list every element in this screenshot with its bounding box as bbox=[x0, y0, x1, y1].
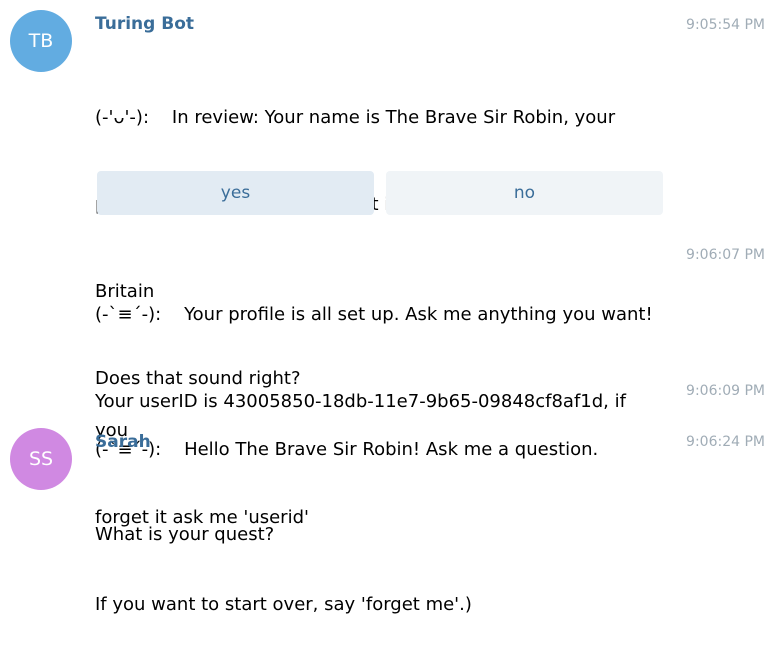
message-timestamp: 9:06:09 PM bbox=[686, 383, 765, 399]
message-line: What is your quest? bbox=[95, 524, 275, 545]
message-line: (-'ᴗ'-): In review: Your name is The Bra… bbox=[95, 107, 616, 128]
message-timestamp: 9:05:54 PM bbox=[686, 17, 765, 33]
sender-name-sarah[interactable]: Sarah bbox=[95, 432, 151, 452]
keyboard-button-no[interactable]: no bbox=[386, 171, 663, 215]
avatar-sarah[interactable]: SS bbox=[10, 428, 72, 490]
message-timestamp: 9:06:07 PM bbox=[686, 247, 765, 263]
avatar-turing-bot[interactable]: TB bbox=[10, 10, 72, 72]
keyboard-button-yes[interactable]: yes bbox=[97, 171, 374, 215]
message-timestamp: 9:06:24 PM bbox=[686, 434, 765, 450]
message-line: (-`≡´-): Hello The Brave Sir Robin! Ask … bbox=[95, 439, 599, 460]
message-text-quest: What is your quest? bbox=[95, 462, 660, 578]
message-line: (-`≡´-): Your profile is all set up. Ask… bbox=[95, 304, 653, 325]
message-line: If you want to start over, say 'forget m… bbox=[95, 594, 472, 615]
sender-name-turing-bot[interactable]: Turing Bot bbox=[95, 14, 194, 34]
